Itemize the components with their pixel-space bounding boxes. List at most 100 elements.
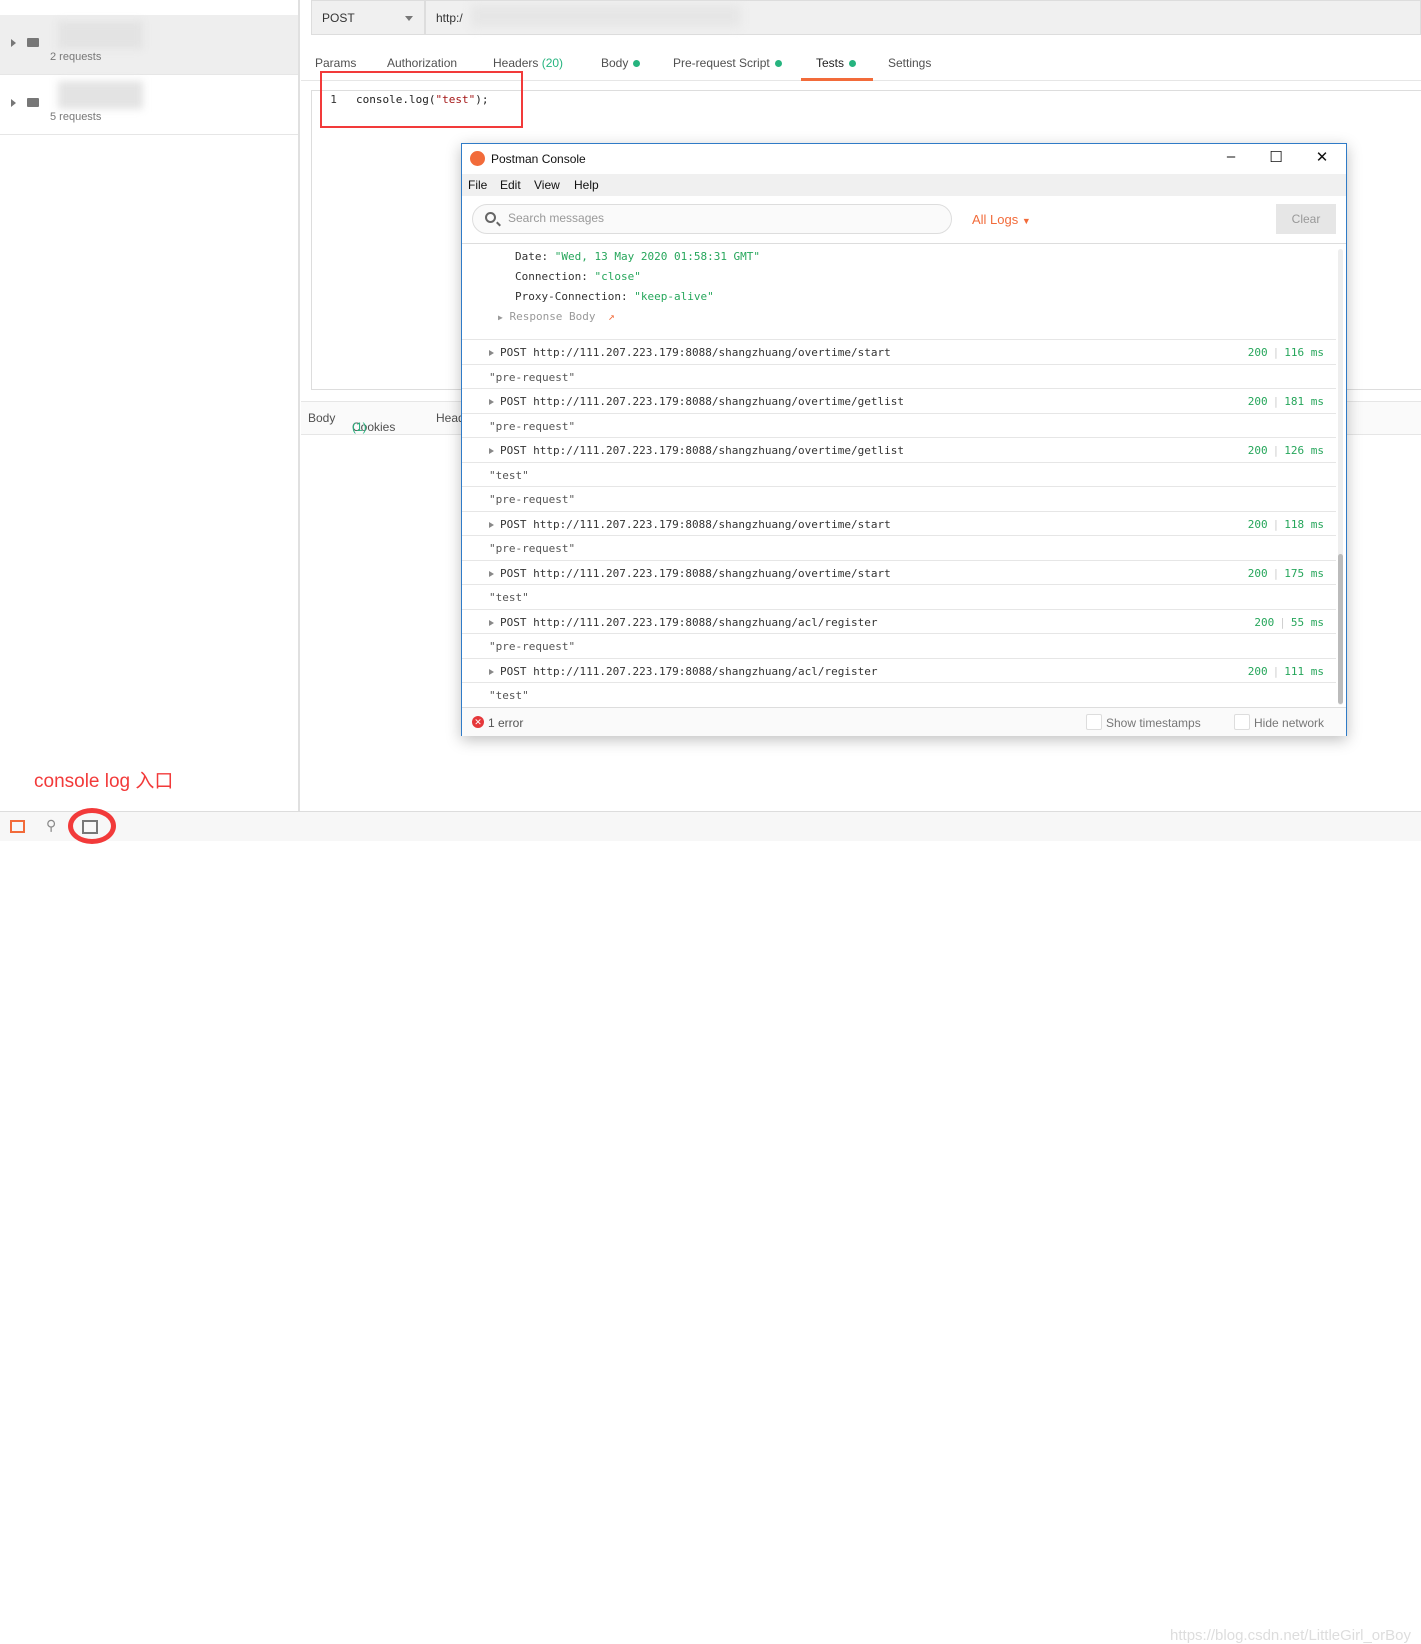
close-icon[interactable]: ✕ bbox=[1307, 148, 1337, 166]
status-code: 200 bbox=[1247, 566, 1268, 580]
header-value: "Wed, 13 May 2020 01:58:31 GMT" bbox=[554, 250, 761, 263]
window-title: Postman Console bbox=[491, 152, 586, 166]
cookies-count: (1) bbox=[352, 420, 367, 434]
tab-body[interactable]: Body bbox=[601, 56, 641, 70]
request-url: POST http://111.207.223.179:8088/shangzh… bbox=[500, 566, 891, 580]
show-timestamps-checkbox[interactable] bbox=[1086, 714, 1102, 730]
watermark: https://blog.csdn.net/LittleGirl_orBoy bbox=[1170, 1627, 1411, 1644]
find-icon[interactable]: ⚲ bbox=[46, 817, 56, 834]
tab-response-body[interactable]: Body bbox=[308, 411, 335, 425]
log-message: "test" bbox=[489, 689, 529, 702]
status-code: 200 bbox=[1247, 517, 1268, 531]
scrollbar-thumb[interactable] bbox=[1338, 554, 1343, 704]
tab-settings[interactable]: Settings bbox=[888, 56, 931, 70]
menu-help[interactable]: Help bbox=[574, 178, 599, 192]
request-log-row[interactable]: POST http://111.207.223.179:8088/shangzh… bbox=[462, 608, 1336, 634]
url-redacted bbox=[471, 5, 741, 27]
log-list: Date: "Wed, 13 May 2020 01:58:31 GMT" Co… bbox=[462, 245, 1336, 707]
caret-right-icon bbox=[11, 99, 16, 107]
collection-count: 5 requests bbox=[50, 111, 102, 123]
collection-count: 2 requests bbox=[50, 51, 102, 63]
response-time: 175 ms bbox=[1284, 566, 1324, 580]
response-time: 116 ms bbox=[1284, 346, 1324, 359]
sidebar: 2 requests 5 requests bbox=[0, 0, 300, 811]
response-meta: 200 | 55 ms bbox=[1254, 615, 1324, 629]
header-value: "keep-alive" bbox=[634, 290, 714, 303]
request-log-row[interactable]: POST http://111.207.223.179:8088/shangzh… bbox=[462, 510, 1336, 536]
external-link-icon[interactable]: ↗ bbox=[608, 310, 615, 323]
menu-view[interactable]: View bbox=[534, 178, 560, 192]
filter-label: All Logs bbox=[972, 212, 1019, 227]
console-footer: ✕ 1 error Show timestamps Hide network bbox=[462, 707, 1346, 736]
caret-right-icon: ▶ bbox=[498, 313, 503, 322]
log-message: "pre-request" bbox=[489, 419, 576, 433]
response-time: 55 ms bbox=[1290, 615, 1324, 629]
request-log-row[interactable]: POST http://111.207.223.179:8088/shangzh… bbox=[462, 437, 1336, 462]
search-box[interactable] bbox=[472, 204, 952, 234]
show-timestamps-label: Show timestamps bbox=[1106, 716, 1201, 730]
console-log-row: "test" bbox=[462, 584, 1336, 609]
header-key: Proxy-Connection: bbox=[515, 290, 635, 303]
caret-right-icon bbox=[489, 448, 494, 454]
console-log-row: "pre-request" bbox=[462, 412, 1336, 438]
menu-file[interactable]: File bbox=[468, 178, 487, 192]
caret-right-icon bbox=[489, 570, 494, 577]
scrollbar[interactable] bbox=[1338, 249, 1343, 705]
collection-name-redacted bbox=[58, 21, 143, 49]
tab-tests[interactable]: Tests bbox=[801, 48, 873, 81]
tab-pre-request-script[interactable]: Pre-request Script bbox=[673, 56, 782, 70]
response-time: 126 ms bbox=[1284, 444, 1324, 457]
error-count[interactable]: 1 error bbox=[488, 716, 523, 730]
request-url: POST http://111.207.223.179:8088/shangzh… bbox=[500, 664, 878, 678]
log-filter-dropdown[interactable]: All Logs ▼ bbox=[972, 212, 1031, 227]
request-url: POST http://111.207.223.179:8088/shangzh… bbox=[500, 395, 904, 408]
request-log-row[interactable]: POST http://111.207.223.179:8088/shangzh… bbox=[462, 388, 1336, 413]
caret-right-icon bbox=[489, 619, 494, 626]
response-body-toggle[interactable]: ▶ Response Body ↗ bbox=[498, 310, 615, 323]
request-log-row[interactable]: POST http://111.207.223.179:8088/shangzh… bbox=[462, 559, 1336, 585]
hide-network-checkbox[interactable] bbox=[1234, 714, 1250, 730]
status-code: 200 bbox=[1247, 346, 1268, 359]
method-value: POST bbox=[322, 11, 355, 25]
tab-params[interactable]: Params bbox=[315, 56, 356, 70]
method-select[interactable]: POST bbox=[311, 0, 425, 35]
log-message: "pre-request" bbox=[489, 542, 576, 555]
status-code: 200 bbox=[1247, 395, 1268, 408]
headers-count: (20) bbox=[541, 56, 564, 70]
clear-button[interactable]: Clear bbox=[1276, 204, 1336, 234]
caret-right-icon bbox=[11, 39, 16, 47]
status-dot-icon bbox=[774, 60, 782, 68]
log-message: "test" bbox=[489, 468, 529, 482]
collection-name-redacted bbox=[58, 81, 143, 109]
console-log-row: "pre-request" bbox=[462, 363, 1336, 389]
url-input[interactable]: http:/ bbox=[425, 0, 1421, 35]
annotation-text: console log 入口 bbox=[34, 771, 174, 792]
tab-headers[interactable]: Headers (20) bbox=[493, 56, 563, 70]
status-dot-icon bbox=[849, 60, 857, 68]
status-code: 200 bbox=[1247, 444, 1268, 457]
request-url: POST http://111.207.223.179:8088/shangzh… bbox=[500, 346, 891, 359]
tab-label: Pre-request Script bbox=[673, 56, 770, 70]
request-log-row[interactable]: POST http://111.207.223.179:8088/shangzh… bbox=[462, 657, 1336, 683]
tab-authorization[interactable]: Authorization bbox=[387, 56, 457, 70]
toggle-sidebar-icon[interactable] bbox=[10, 820, 25, 833]
minimize-icon[interactable]: – bbox=[1216, 148, 1246, 165]
console-toolbar: All Logs ▼ Clear bbox=[462, 196, 1346, 244]
hide-network-label: Hide network bbox=[1254, 716, 1325, 730]
chevron-down-icon: ▼ bbox=[1021, 216, 1031, 226]
menu-edit[interactable]: Edit bbox=[500, 178, 521, 192]
maximize-icon[interactable]: ☐ bbox=[1261, 148, 1291, 166]
tab-label: Body bbox=[601, 56, 629, 70]
console-log-row: "pre-request" bbox=[462, 486, 1336, 511]
collection-item[interactable]: 2 requests bbox=[0, 15, 298, 75]
log-message: "pre-request" bbox=[489, 370, 576, 384]
request-log-row[interactable]: POST http://111.207.223.179:8088/shangzh… bbox=[462, 339, 1336, 364]
header-key: Connection: bbox=[515, 270, 595, 283]
title-bar: Postman Console – ☐ ✕ bbox=[462, 144, 1346, 174]
status-code: 200 bbox=[1254, 615, 1275, 629]
folder-icon bbox=[27, 38, 39, 47]
search-input[interactable] bbox=[508, 211, 908, 225]
collection-item[interactable]: 5 requests bbox=[0, 75, 298, 135]
caret-right-icon bbox=[489, 399, 494, 405]
response-meta: 200 | 126 ms bbox=[1247, 444, 1324, 457]
